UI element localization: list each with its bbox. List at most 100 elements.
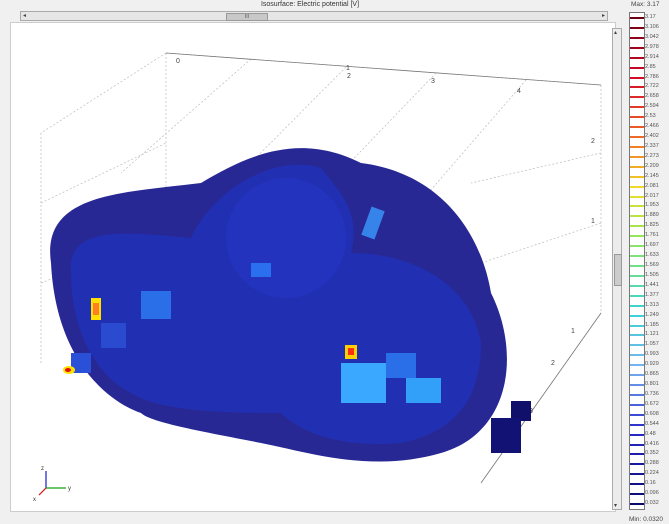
legend-value: 3.042 [645, 33, 659, 40]
legend-swatch [630, 443, 644, 446]
svg-text:y: y [68, 486, 71, 492]
legend-value: 2.594 [645, 103, 659, 110]
legend-swatch [630, 245, 644, 248]
legend-value: 0.736 [645, 390, 659, 397]
legend-value: 1.313 [645, 301, 659, 308]
legend-value: 1.825 [645, 222, 659, 229]
axis-triad: z y x [33, 466, 71, 503]
legend-value: 0.096 [645, 490, 659, 497]
legend-swatch [630, 413, 644, 416]
legend-value: 0.16 [645, 480, 656, 487]
legend-value: 2.081 [645, 182, 659, 189]
legend-value: 3.17 [645, 14, 656, 20]
axis-tick: 2 [551, 360, 555, 367]
legend-value: 0.672 [645, 400, 659, 407]
vertical-scroll-thumb[interactable] [614, 254, 622, 286]
legend-value: 1.185 [645, 321, 659, 328]
horizontal-scroll-thumb[interactable]: III [226, 13, 268, 21]
legend-swatch [630, 126, 644, 129]
isosurface-outer [50, 148, 507, 462]
legend-value: 0.416 [645, 440, 659, 447]
legend-value: 1.633 [645, 252, 659, 259]
legend-value: 2.658 [645, 93, 659, 100]
plot-title: Isosurface: Electric potential [V] [260, 1, 360, 8]
legend-swatch [630, 453, 644, 456]
legend-swatch [630, 195, 644, 198]
legend-min-label: Min: 0.0320 [629, 516, 663, 523]
legend-value: 0.032 [645, 500, 659, 507]
legend-value: 0.352 [645, 450, 659, 457]
axis-tick: 0 [176, 58, 180, 65]
legend-swatch [630, 185, 644, 188]
legend-swatch [630, 17, 644, 19]
legend-swatch [630, 76, 644, 79]
legend-value: 2.145 [645, 172, 659, 179]
legend-swatch [630, 364, 644, 367]
axis-tick: 2 [591, 138, 595, 145]
legend-swatch [630, 384, 644, 387]
legend-swatch [630, 423, 644, 426]
legend-swatch [630, 46, 644, 49]
legend-swatch [630, 274, 644, 277]
legend-value: 1.697 [645, 242, 659, 249]
legend-value: 1.761 [645, 232, 659, 239]
scroll-up-arrow[interactable]: ▴ [614, 29, 617, 36]
legend-value: 1.377 [645, 291, 659, 298]
legend-max-label: Max: 3.17 [631, 1, 660, 8]
legend-swatch [630, 255, 644, 258]
legend-value: 0.929 [645, 361, 659, 368]
legend-value: 1.441 [645, 281, 659, 288]
legend-swatch [630, 26, 644, 29]
legend-value: 2.53 [645, 113, 656, 120]
legend-swatch [630, 284, 644, 287]
legend-value: 3.106 [645, 23, 659, 30]
legend-swatch [630, 374, 644, 377]
legend-value: 1.953 [645, 202, 659, 209]
axis-tick: 1 [571, 328, 575, 335]
axis-tick: 4 [517, 88, 521, 95]
color-legend: Max: 3.17 3.17 3.106 3.042 2.978 2.914 2.85 2.… [625, 0, 669, 524]
legend-swatch [630, 235, 644, 238]
vertical-scrollbar[interactable]: ▴ ▾ [612, 28, 622, 510]
legend-value: 2.017 [645, 192, 659, 199]
svg-text:x: x [33, 497, 36, 503]
scroll-left-arrow[interactable]: ◂ [23, 12, 26, 20]
upper-lobe [226, 178, 346, 298]
3d-graphics-canvas[interactable]: 0 1 2 3 4 2 1 1 2 3 4 [10, 22, 616, 512]
scroll-right-arrow[interactable]: ▸ [602, 12, 605, 20]
legend-swatch [630, 334, 644, 337]
legend-value: 2.209 [645, 162, 659, 169]
legend-swatch [630, 116, 644, 119]
legend-swatch [630, 36, 644, 39]
legend-value: 2.466 [645, 123, 659, 130]
legend-value: 2.722 [645, 83, 659, 90]
legend-swatch [630, 175, 644, 178]
legend-swatch [630, 503, 644, 506]
legend-value: 0.608 [645, 410, 659, 417]
legend-value: 1.505 [645, 271, 659, 278]
legend-swatch [630, 393, 644, 396]
legend-swatch [630, 304, 644, 307]
axis-tick: 2 [347, 73, 351, 80]
legend-swatch [630, 56, 644, 59]
legend-swatch [630, 473, 644, 476]
legend-swatch [630, 205, 644, 208]
scroll-down-arrow[interactable]: ▾ [614, 502, 617, 509]
legend-swatch [630, 354, 644, 357]
legend-value: 1.889 [645, 212, 659, 219]
legend-swatch [630, 344, 644, 347]
horizontal-scrollbar[interactable]: ◂ III ▸ [20, 11, 608, 21]
axis-tick: 3 [431, 78, 435, 85]
legend-value: 1.569 [645, 262, 659, 268]
legend-swatch [630, 463, 644, 466]
legend-swatch [630, 314, 644, 317]
legend-swatch [630, 165, 644, 168]
legend-value: 0.865 [645, 371, 659, 378]
legend-value: 0.224 [645, 470, 659, 477]
legend-value: 2.337 [645, 142, 659, 149]
legend-value: 2.85 [645, 63, 656, 70]
legend-swatch [630, 215, 644, 218]
legend-swatch [630, 225, 644, 228]
legend-swatch [630, 136, 644, 139]
legend-swatch [630, 145, 644, 148]
